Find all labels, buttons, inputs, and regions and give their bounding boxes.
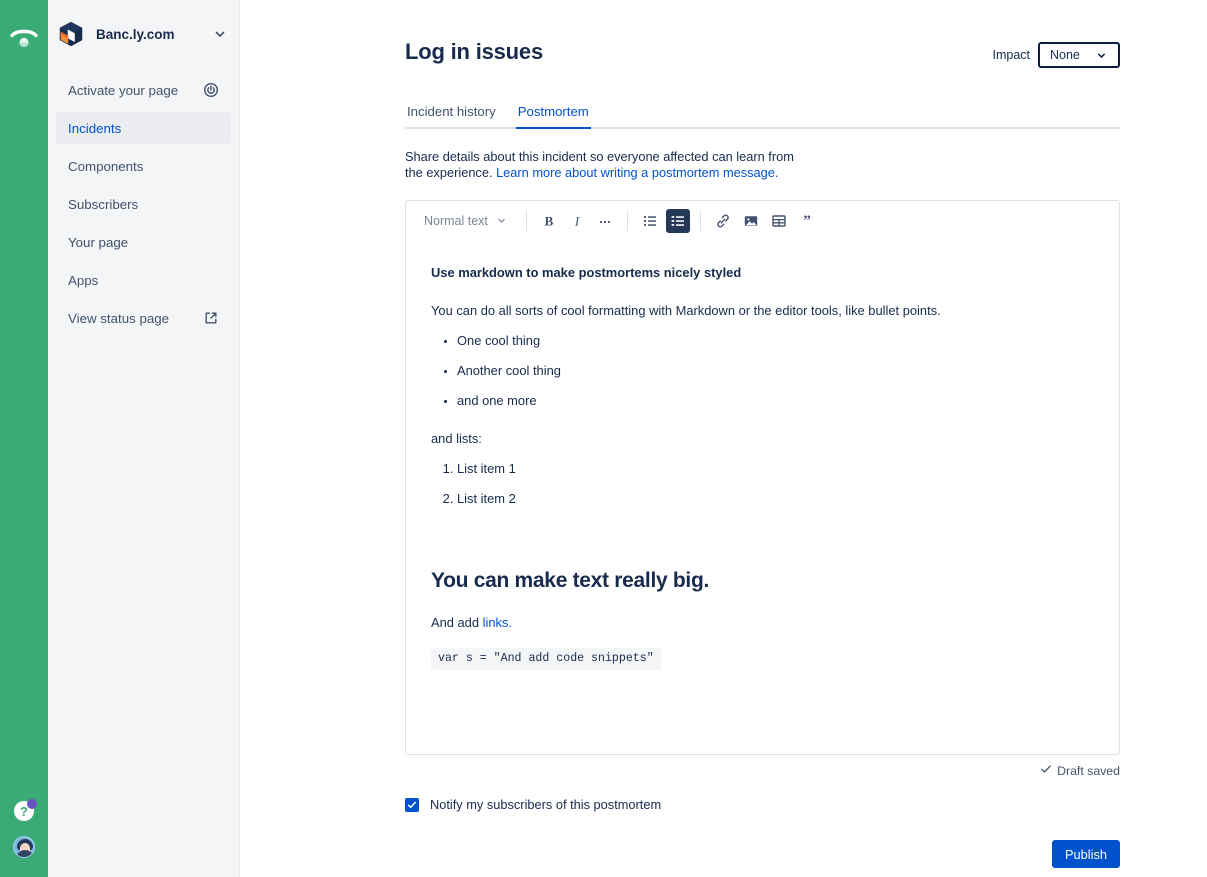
site-switcher[interactable]: Banc.ly.com <box>48 0 239 68</box>
notify-subscribers-label: Notify my subscribers of this postmortem <box>430 797 662 812</box>
profile-button[interactable] <box>0 829 48 865</box>
sidebar-item-activate-your-page[interactable]: Activate your page <box>56 74 231 106</box>
rail-bottom-actions: ? <box>0 793 48 865</box>
table-icon[interactable] <box>767 209 791 233</box>
tab-incident-history[interactable]: Incident history <box>405 104 498 127</box>
app-root: ? Banc.ly.com Activate your page Inciden… <box>0 0 1207 877</box>
statuspage-cube-logo <box>56 19 86 49</box>
toolbar-divider <box>626 210 628 231</box>
power-icon <box>203 82 219 98</box>
image-icon[interactable] <box>739 209 763 233</box>
chevron-down-icon <box>213 27 227 41</box>
doc-bullet-list: One cool thing Another cool thing and on… <box>431 332 1094 410</box>
bold-icon[interactable]: B <box>537 209 561 233</box>
sidebar-item-label: Your page <box>68 234 129 250</box>
sidebar-item-label: Components <box>68 158 144 174</box>
list-item: and one more <box>457 392 1094 410</box>
sidebar-item-incidents[interactable]: Incidents <box>56 112 231 144</box>
sidebar-item-label: Activate your page <box>68 82 179 98</box>
doc-big-heading: You can make text really big. <box>431 569 710 592</box>
help-button[interactable]: ? <box>0 793 48 829</box>
notify-subscribers-checkbox[interactable] <box>405 797 419 812</box>
sidebar-item-components[interactable]: Components <box>56 150 231 182</box>
sidebar-item-label: Subscribers <box>68 196 139 212</box>
sidebar-item-apps[interactable]: Apps <box>56 264 231 296</box>
check-icon <box>1040 763 1052 778</box>
doc-code-snippet: var s = "And add code snippets" <box>431 648 661 670</box>
impact-control: Impact None <box>992 38 1120 68</box>
impact-select[interactable]: None <box>1038 42 1120 68</box>
sidebar: Banc.ly.com Activate your page Incidents <box>48 0 240 877</box>
doc-link-line-prefix: And add <box>431 615 483 630</box>
doc-intro: You can do all sorts of cool formatting … <box>431 303 941 318</box>
list-item: List item 2 <box>457 490 1094 508</box>
editor-body[interactable]: Use markdown to make postmortems nicely … <box>406 240 1119 754</box>
text-style-value: Normal text <box>424 213 488 228</box>
help-notification-dot <box>27 799 37 809</box>
tab-postmortem[interactable]: Postmortem <box>515 104 591 129</box>
doc-lists-lead: and lists: <box>431 431 482 446</box>
numbered-list-icon[interactable] <box>665 208 690 233</box>
postmortem-description: Share details about this incident so eve… <box>405 149 795 181</box>
external-link-icon <box>203 310 219 326</box>
sidebar-item-label: Apps <box>68 272 99 288</box>
global-rail: ? <box>0 0 48 877</box>
list-item: List item 1 <box>457 460 1094 478</box>
svg-text:I: I <box>574 213 580 228</box>
text-style-select[interactable]: Normal text <box>416 210 518 232</box>
italic-icon[interactable]: I <box>565 209 589 233</box>
sidebar-nav: Activate your page Incidents Components <box>48 68 239 334</box>
quote-icon[interactable]: ” <box>795 209 819 233</box>
svg-text:”: ” <box>803 213 811 229</box>
page-header: Log in issues Impact None <box>405 38 1120 68</box>
chevron-down-icon <box>1096 50 1110 61</box>
page-title: Log in issues <box>405 39 543 64</box>
toolbar-divider <box>525 210 527 231</box>
toolbar-divider <box>699 210 701 231</box>
statuspage-signal-icon[interactable] <box>8 22 40 54</box>
sidebar-item-label: View status page <box>68 310 170 326</box>
publish-button[interactable]: Publish <box>1052 840 1120 868</box>
form-actions: Publish <box>405 840 1120 868</box>
doc-heading: Use markdown to make postmortems nicely … <box>431 265 742 280</box>
notify-subscribers-row: Notify my subscribers of this postmortem <box>405 797 1120 812</box>
postmortem-editor: Normal text B I ” Use markdown to make p… <box>405 200 1120 755</box>
learn-more-link[interactable]: Learn more about writing a postmortem me… <box>496 165 778 180</box>
draft-status: Draft saved <box>405 763 1120 778</box>
link-icon[interactable] <box>711 209 735 233</box>
list-item: One cool thing <box>457 332 1094 350</box>
sidebar-item-your-page[interactable]: Your page <box>56 226 231 258</box>
sidebar-item-label: Incidents <box>68 120 122 136</box>
doc-ordered-list: List item 1 List item 2 <box>431 460 1094 508</box>
main-content: Log in issues Impact None Incident histo… <box>240 0 1207 877</box>
impact-selected-value: None <box>1050 48 1080 62</box>
site-name: Banc.ly.com <box>96 26 175 42</box>
doc-inline-link[interactable]: links. <box>483 615 512 630</box>
editor-toolbar: Normal text B I ” <box>406 201 1119 240</box>
avatar <box>13 836 35 858</box>
more-formatting-icon[interactable] <box>593 209 617 233</box>
impact-label: Impact <box>992 48 1030 62</box>
sidebar-item-subscribers[interactable]: Subscribers <box>56 188 231 220</box>
doc-link-line: And add links. <box>431 614 1094 632</box>
list-item: Another cool thing <box>457 362 1094 380</box>
svg-text:B: B <box>545 213 554 228</box>
bullet-list-icon[interactable] <box>638 209 662 233</box>
draft-status-label: Draft saved <box>1057 763 1120 778</box>
sidebar-item-view-status-page[interactable]: View status page <box>56 302 231 334</box>
chevron-down-icon <box>496 215 510 226</box>
tab-bar: Incident history Postmortem <box>405 104 1120 129</box>
